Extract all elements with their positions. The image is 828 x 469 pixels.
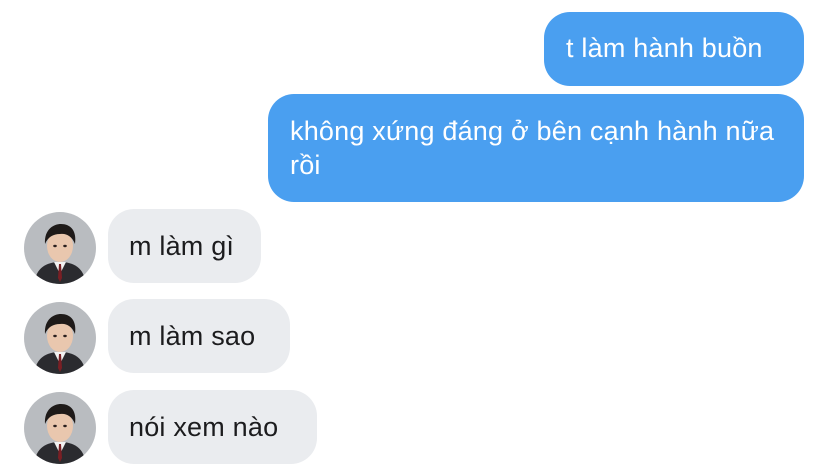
user-photo-avatar-icon [24,302,96,374]
incoming-message[interactable]: m làm gì [108,209,261,283]
user-photo-avatar-icon [24,212,96,284]
chat-thread: t làm hành buồn không xứng đáng ở bên cạ… [0,0,828,469]
message-text: m làm sao [129,321,256,351]
message-text: nói xem nào [129,412,279,442]
outgoing-message[interactable]: t làm hành buồn [544,12,804,86]
contact-avatar[interactable] [24,212,96,284]
incoming-message[interactable]: nói xem nào [108,390,317,464]
user-photo-avatar-icon [24,392,96,464]
outgoing-message[interactable]: không xứng đáng ở bên cạnh hành nữa rồi [268,94,804,202]
message-text: m làm gì [129,231,235,261]
contact-avatar[interactable] [24,392,96,464]
message-text: không xứng đáng ở bên cạnh hành nữa rồi [290,116,775,180]
message-text: t làm hành buồn [566,33,763,63]
contact-avatar[interactable] [24,302,96,374]
incoming-message[interactable]: m làm sao [108,299,290,373]
